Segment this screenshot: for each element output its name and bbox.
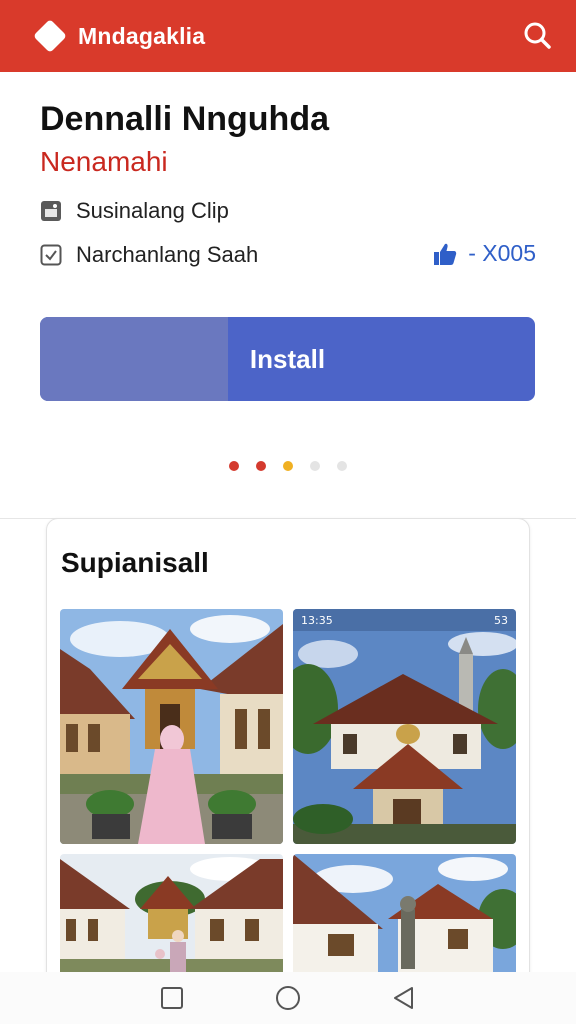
carousel-dot-3[interactable] (283, 461, 293, 471)
status-bar-overlay: 13:35 53 (293, 609, 516, 631)
status-time: 13:35 (301, 613, 333, 627)
carousel-indicator (0, 461, 576, 471)
pavilion-photo[interactable]: 13:35 53 (293, 609, 516, 844)
square-recents-icon[interactable] (157, 983, 187, 1013)
long-house-photo[interactable] (60, 854, 283, 987)
install-button-label: Install (249, 343, 326, 374)
system-nav-bar (0, 972, 576, 1024)
carousel-dot-4[interactable] (310, 461, 320, 471)
triangle-back-icon[interactable] (389, 983, 419, 1013)
diamond-logo-icon (32, 18, 68, 54)
install-button[interactable]: Install (40, 317, 535, 401)
rating[interactable]: - X005 (432, 240, 536, 267)
meta-row-developer: Narchanlang Saah (40, 242, 258, 268)
status-indicators: 53 (494, 613, 508, 627)
screenshots-card: Supianisall 13:35 53 (46, 518, 530, 988)
circle-home-icon[interactable] (273, 983, 303, 1013)
app-subtitle: Nenamahi (40, 146, 168, 177)
rating-text: - X005 (468, 240, 536, 266)
screenshots-title: Supianisall (61, 547, 209, 578)
carousel-dot-5[interactable] (337, 461, 347, 471)
thumbs-up-icon (434, 243, 457, 265)
meta-category-text: Susinalang Clip (76, 198, 229, 223)
carousel-dot-1[interactable] (229, 461, 239, 471)
meta-row-category: Susinalang Clip (40, 198, 229, 224)
app-title: Dennalli Nnguhda (40, 100, 329, 138)
gate-house-photo[interactable] (293, 854, 516, 987)
image-icon (41, 201, 61, 221)
top-app-bar: Mndagaklia (0, 0, 576, 72)
app-bar-title: Mndagaklia (78, 22, 206, 49)
carousel-dot-2[interactable] (256, 461, 266, 471)
checkbox-icon (40, 244, 62, 266)
app-header: Dennalli Nnguhda Nenamahi Susinalang Cli… (0, 72, 576, 518)
search-icon[interactable] (518, 16, 558, 56)
courtyard-gate-photo[interactable] (60, 609, 283, 844)
meta-developer-text: Narchanlang Saah (76, 242, 259, 267)
